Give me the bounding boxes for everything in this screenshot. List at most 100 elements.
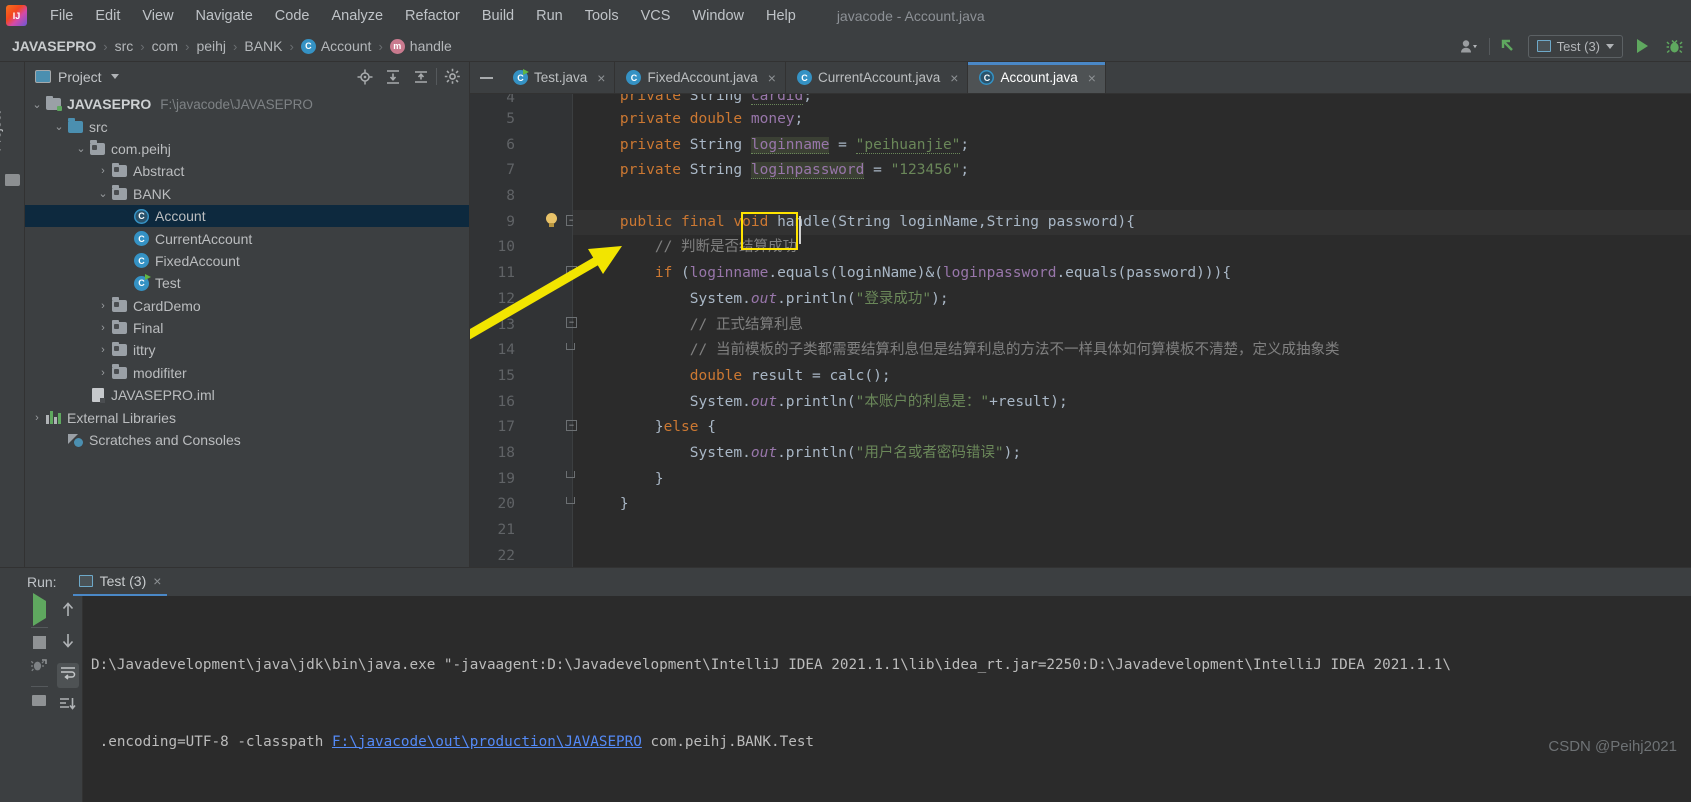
chevron-right-icon[interactable]: › — [95, 342, 111, 358]
menu-window[interactable]: Window — [681, 5, 755, 27]
breadcrumb-item-project[interactable]: JAVASEPRO — [12, 38, 96, 54]
tree-node-abstract[interactable]: › Abstract — [25, 160, 469, 182]
navigation-bar: JAVASEPRO › src › com › peihj › BANK › C… — [0, 31, 1691, 62]
tree-node-ittry[interactable]: › ittry — [25, 339, 469, 361]
run-configuration-icon — [1536, 40, 1551, 52]
tree-node-com-peihj[interactable]: ⌄ com.peihj — [25, 138, 469, 160]
menu-help[interactable]: Help — [755, 5, 807, 27]
tree-node-label: Final — [133, 320, 164, 337]
run-tab-test[interactable]: Test (3) × — [72, 568, 168, 596]
structure-folder-icon[interactable] — [5, 174, 20, 186]
package-folder-icon — [89, 140, 106, 157]
gear-icon[interactable] — [439, 65, 465, 89]
chevron-down-icon[interactable]: ⌄ — [51, 119, 67, 135]
tree-node-fixedaccount[interactable]: C FixedAccount — [25, 250, 469, 272]
close-icon[interactable]: × — [597, 70, 605, 86]
scroll-down-button[interactable] — [60, 632, 76, 654]
scroll-down-icon — [62, 634, 73, 648]
chevron-down-icon[interactable]: ⌄ — [95, 186, 111, 202]
editor-tab-currentaccount-java[interactable]: C CurrentAccount.java × — [786, 62, 969, 93]
run-icon — [1636, 39, 1648, 53]
console-output[interactable]: D:\Javadevelopment\java\jdk\bin\java.exe… — [83, 596, 1691, 802]
chevron-right-icon[interactable]: › — [95, 163, 111, 179]
tree-node-test[interactable]: C Test — [25, 272, 469, 294]
chevron-right-icon[interactable]: › — [95, 320, 111, 336]
restore-layout-button[interactable] — [32, 695, 46, 706]
tree-node-account[interactable]: C Account — [25, 204, 469, 228]
tree-node-carddemo[interactable]: › CardDemo — [25, 295, 469, 317]
line-number: 9 — [506, 213, 515, 230]
tree-node-currentaccount[interactable]: C CurrentAccount — [25, 227, 469, 249]
menu-run[interactable]: Run — [525, 5, 574, 27]
breadcrumb-item-handle[interactable]: m handle — [389, 38, 452, 54]
menu-code[interactable]: Code — [264, 5, 321, 27]
tree-node-iml[interactable]: JAVASEPRO.iml — [25, 384, 469, 406]
menu-analyze[interactable]: Analyze — [320, 5, 394, 27]
close-icon[interactable]: × — [768, 70, 776, 86]
expand-all-icon[interactable] — [380, 65, 406, 89]
chevron-down-icon[interactable]: ⌄ — [73, 141, 89, 157]
menu-view[interactable]: View — [131, 5, 184, 27]
close-icon[interactable]: × — [153, 573, 161, 589]
project-tool-window-tab[interactable]: Project — [0, 106, 44, 151]
tree-node-scratches-and-consoles[interactable]: Scratches and Consoles — [25, 429, 469, 451]
hide-tabs-icon[interactable] — [470, 62, 502, 93]
scroll-to-end-button[interactable] — [59, 697, 76, 717]
tree-node-external-libraries[interactable]: › External Libraries — [25, 406, 469, 428]
code-editor[interactable]: 4 5 6 7 8 9 10 11 12 13 14 15 16 17 18 1… — [470, 94, 1691, 567]
debug-button[interactable] — [1661, 34, 1687, 58]
user-account-icon[interactable] — [1457, 34, 1483, 58]
breadcrumb-item-src[interactable]: src — [115, 38, 134, 54]
chevron-right-icon[interactable]: › — [29, 410, 45, 426]
breadcrumb-label: BANK — [244, 38, 283, 54]
editor-tab-fixedaccount-java[interactable]: C FixedAccount.java × — [615, 62, 786, 93]
tree-node-label: FixedAccount — [155, 252, 240, 269]
code-content[interactable]: private String cardid; private double mo… — [573, 94, 1691, 567]
tree-node-bank[interactable]: ⌄ BANK — [25, 183, 469, 205]
menu-navigate[interactable]: Navigate — [185, 5, 264, 27]
scroll-up-button[interactable] — [60, 601, 76, 623]
text-caret — [799, 216, 801, 244]
tree-node-src[interactable]: ⌄ src — [25, 115, 469, 137]
menu-build[interactable]: Build — [471, 5, 525, 27]
method-icon: m — [389, 38, 405, 54]
breadcrumb-item-bank[interactable]: BANK — [244, 38, 282, 54]
editor-tab-bar: C Test.java × C FixedAccount.java × C Cu… — [470, 62, 1691, 94]
locate-icon[interactable] — [352, 65, 378, 89]
tree-node-javasepro[interactable]: ⌄ JAVASEPRO F:\javacode\JAVASEPRO — [25, 93, 469, 115]
stop-button[interactable] — [32, 636, 46, 649]
menu-tools[interactable]: Tools — [574, 5, 630, 27]
tree-node-label: com.peihj — [111, 140, 171, 157]
classpath-link[interactable]: F:\javacode\out\production\JAVASEPRO — [332, 734, 642, 750]
chevron-right-icon[interactable]: › — [95, 365, 111, 381]
menu-refactor[interactable]: Refactor — [394, 5, 471, 27]
intention-bulb-icon[interactable] — [545, 213, 558, 228]
close-icon[interactable]: × — [1088, 70, 1096, 86]
breadcrumb-item-peihj[interactable]: peihj — [196, 38, 226, 54]
chevron-right-icon[interactable]: › — [95, 298, 111, 314]
breadcrumb-item-account[interactable]: C Account — [300, 38, 371, 54]
soft-wrap-button[interactable] — [56, 663, 79, 688]
menu-bar: File Edit View Navigate Code Analyze Ref… — [0, 0, 1691, 31]
run-button[interactable] — [1629, 34, 1655, 58]
tree-node-final[interactable]: › Final — [25, 317, 469, 339]
breadcrumb-item-com[interactable]: com — [152, 38, 178, 54]
update-project-icon[interactable] — [1496, 34, 1522, 58]
editor-tab-account-java[interactable]: C Account.java × — [968, 62, 1106, 93]
menu-build-label: Build — [481, 7, 515, 24]
collapse-all-icon[interactable] — [408, 65, 434, 89]
menu-edit[interactable]: Edit — [84, 5, 131, 27]
run-configuration-selector[interactable]: Test (3) — [1527, 34, 1623, 58]
dump-threads-button[interactable] — [30, 657, 47, 678]
chevron-down-icon[interactable] — [110, 74, 119, 79]
close-icon[interactable]: × — [950, 70, 958, 86]
rerun-button[interactable] — [32, 593, 46, 626]
class-icon: C — [133, 231, 150, 247]
editor-tab-test-java[interactable]: C Test.java × — [502, 62, 616, 93]
tree-node-modifiter[interactable]: › modifiter — [25, 362, 469, 384]
toolbar-separator — [30, 686, 48, 687]
menu-file[interactable]: File — [39, 5, 84, 27]
code-line-17: }else { — [585, 419, 716, 436]
menu-vcs[interactable]: VCS — [630, 5, 682, 27]
